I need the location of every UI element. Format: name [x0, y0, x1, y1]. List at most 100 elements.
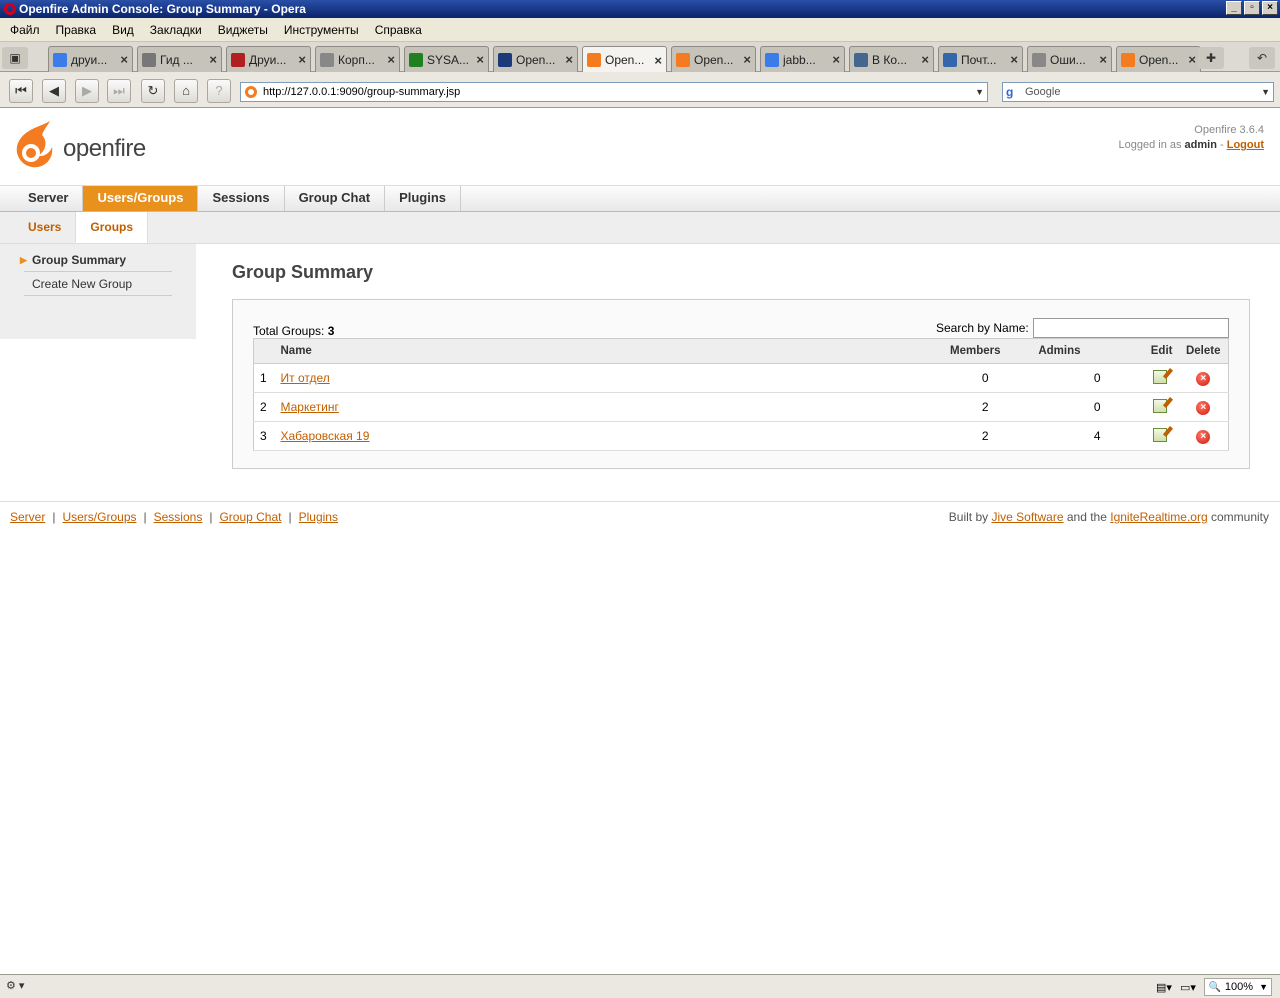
maximize-button[interactable]: ▫: [1244, 1, 1260, 15]
menu-tools[interactable]: Инструменты: [276, 23, 367, 37]
tab-close-icon[interactable]: ×: [921, 52, 929, 67]
menu-help[interactable]: Справка: [367, 23, 430, 37]
group-name-cell: Хабаровская 19: [278, 421, 925, 451]
tab-bar: ▣ друи... × Гид ... × Друи... × Корп... × SYSA..…: [0, 42, 1280, 73]
search-engine-dropdown-icon[interactable]: ▼: [1261, 83, 1270, 101]
sidebar-item-create-new-group[interactable]: Create New Group: [24, 272, 172, 296]
view-mode-icon[interactable]: ▭▾: [1180, 981, 1196, 994]
back-button[interactable]: ◀: [42, 79, 66, 103]
browser-tab[interactable]: Open... ×: [1116, 46, 1201, 72]
tab-close-icon[interactable]: ×: [565, 52, 573, 67]
minimize-button[interactable]: _: [1226, 1, 1242, 15]
delete-icon[interactable]: ×: [1196, 401, 1211, 415]
tab-close-icon[interactable]: ×: [1188, 52, 1196, 67]
nav-users-groups[interactable]: Users/Groups: [83, 186, 199, 211]
footer-link-users-groups[interactable]: Users/Groups: [62, 510, 136, 524]
menu-bookmarks[interactable]: Закладки: [142, 23, 210, 37]
edit-icon[interactable]: [1152, 369, 1167, 384]
browser-tab[interactable]: SYSA... ×: [404, 46, 489, 72]
nav-server[interactable]: Server: [14, 186, 84, 211]
edit-icon[interactable]: [1152, 398, 1167, 413]
subnav-users[interactable]: Users: [14, 212, 77, 242]
security-info-icon[interactable]: ?: [207, 79, 231, 103]
forward-button[interactable]: ▶: [75, 79, 99, 103]
browser-tab[interactable]: Друи... ×: [226, 46, 311, 72]
panels-icon[interactable]: ▤▾: [1156, 981, 1172, 994]
browser-tab[interactable]: В Ко... ×: [849, 46, 934, 72]
tab-label: Друи...: [249, 52, 287, 67]
footer-link-server[interactable]: Server: [10, 510, 45, 524]
url-dropdown-icon[interactable]: ▼: [975, 83, 984, 101]
zoom-dropdown-icon[interactable]: ▼: [1259, 979, 1268, 995]
browser-tab[interactable]: Оши... ×: [1027, 46, 1112, 72]
group-name-link[interactable]: Ит отдел: [281, 371, 330, 385]
tab-close-icon[interactable]: ×: [476, 52, 484, 67]
browser-tab[interactable]: jabb... ×: [760, 46, 845, 72]
igniterealtime-link[interactable]: IgniteRealtime.org: [1110, 510, 1207, 524]
menu-widgets[interactable]: Виджеты: [210, 23, 276, 37]
nav-plugins[interactable]: Plugins: [385, 186, 462, 211]
tab-close-icon[interactable]: ×: [1010, 52, 1018, 67]
delete-icon[interactable]: ×: [1196, 372, 1211, 386]
browser-tab[interactable]: Гид ... ×: [137, 46, 222, 72]
trash-icon[interactable]: ↶: [1249, 47, 1275, 69]
window-title: Openfire Admin Console: Group Summary - …: [19, 2, 306, 16]
browser-tab[interactable]: друи... ×: [48, 46, 133, 72]
tab-close-icon[interactable]: ×: [1099, 52, 1107, 67]
subnav-groups[interactable]: Groups: [76, 212, 149, 243]
tab-close-icon[interactable]: ×: [209, 52, 217, 67]
members-count: 2: [924, 421, 1015, 451]
openfire-icon: [1121, 52, 1135, 67]
group-name-link[interactable]: Маркетинг: [281, 400, 339, 414]
tab-close-icon[interactable]: ×: [832, 52, 840, 67]
main-nav: Server Users/Groups Sessions Group Chat …: [0, 185, 1280, 212]
sysa-icon: [409, 52, 423, 67]
logout-link[interactable]: Logout: [1227, 139, 1264, 151]
network-status-icon[interactable]: ⚙ ▾: [6, 979, 24, 992]
search-field[interactable]: g Google ▼: [1002, 82, 1274, 102]
fast-forward-button[interactable]: ⏭: [107, 79, 131, 103]
admins-count: 0: [1014, 363, 1119, 393]
menu-edit[interactable]: Правка: [48, 23, 105, 37]
group-name-link[interactable]: Хабаровская 19: [281, 429, 370, 443]
footer-link-plugins[interactable]: Plugins: [299, 510, 338, 524]
close-window-button[interactable]: ×: [1262, 1, 1278, 15]
zoom-control[interactable]: 🔍 100% ▼: [1203, 978, 1272, 996]
browser-tab[interactable]: Почт... ×: [938, 46, 1023, 72]
browser-tab[interactable]: Open... ×: [671, 46, 756, 72]
tab-close-icon[interactable]: ×: [387, 52, 395, 67]
browser-tab[interactable]: Open... ×: [493, 46, 578, 72]
tab-close-icon[interactable]: ×: [743, 52, 751, 67]
browser-tab[interactable]: Open... ×: [582, 46, 667, 73]
footer-link-group-chat[interactable]: Group Chat: [219, 510, 281, 524]
delete-icon[interactable]: ×: [1196, 430, 1211, 444]
google-icon: [53, 52, 67, 67]
edit-icon[interactable]: [1152, 427, 1167, 442]
tab-label: Гид ...: [160, 52, 193, 67]
tab-close-icon[interactable]: ×: [298, 52, 306, 67]
nav-sessions[interactable]: Sessions: [198, 186, 285, 211]
search-by-name-input[interactable]: [1033, 318, 1229, 338]
tab-close-icon[interactable]: ×: [120, 52, 128, 67]
panel-toggle-icon[interactable]: ▣: [2, 47, 28, 69]
footer-link-sessions[interactable]: Sessions: [154, 510, 203, 524]
url-field[interactable]: http://127.0.0.1:9090/group-summary.jsp …: [240, 82, 988, 102]
jive-software-link[interactable]: Jive Software: [991, 510, 1063, 524]
reload-button[interactable]: ↻: [141, 79, 165, 103]
home-button[interactable]: ⌂: [174, 79, 198, 103]
active-arrow-icon: ▶: [20, 255, 27, 265]
nav-group-chat[interactable]: Group Chat: [285, 186, 386, 211]
footer-links: Server | Users/Groups | Sessions | Group Chat |…: [10, 510, 338, 524]
tab-close-icon[interactable]: ×: [654, 53, 662, 68]
new-tab-button[interactable]: ✚: [1198, 47, 1224, 69]
sidebar-item-group-summary[interactable]: ▶ Group Summary: [20, 248, 172, 272]
table-header-row: Name Members Admins Edit Delete: [253, 338, 1229, 364]
main-content: Group Summary Total Groups: 3 Search by …: [196, 244, 1280, 501]
browser-tab[interactable]: Корп... ×: [315, 46, 400, 72]
page-icon: [142, 52, 156, 67]
rewind-button[interactable]: ⏮: [9, 79, 33, 103]
menu-view[interactable]: Вид: [104, 23, 142, 37]
column-delete: Delete: [1178, 338, 1229, 364]
column-name[interactable]: Name: [278, 338, 925, 364]
menu-file[interactable]: Файл: [2, 23, 48, 37]
